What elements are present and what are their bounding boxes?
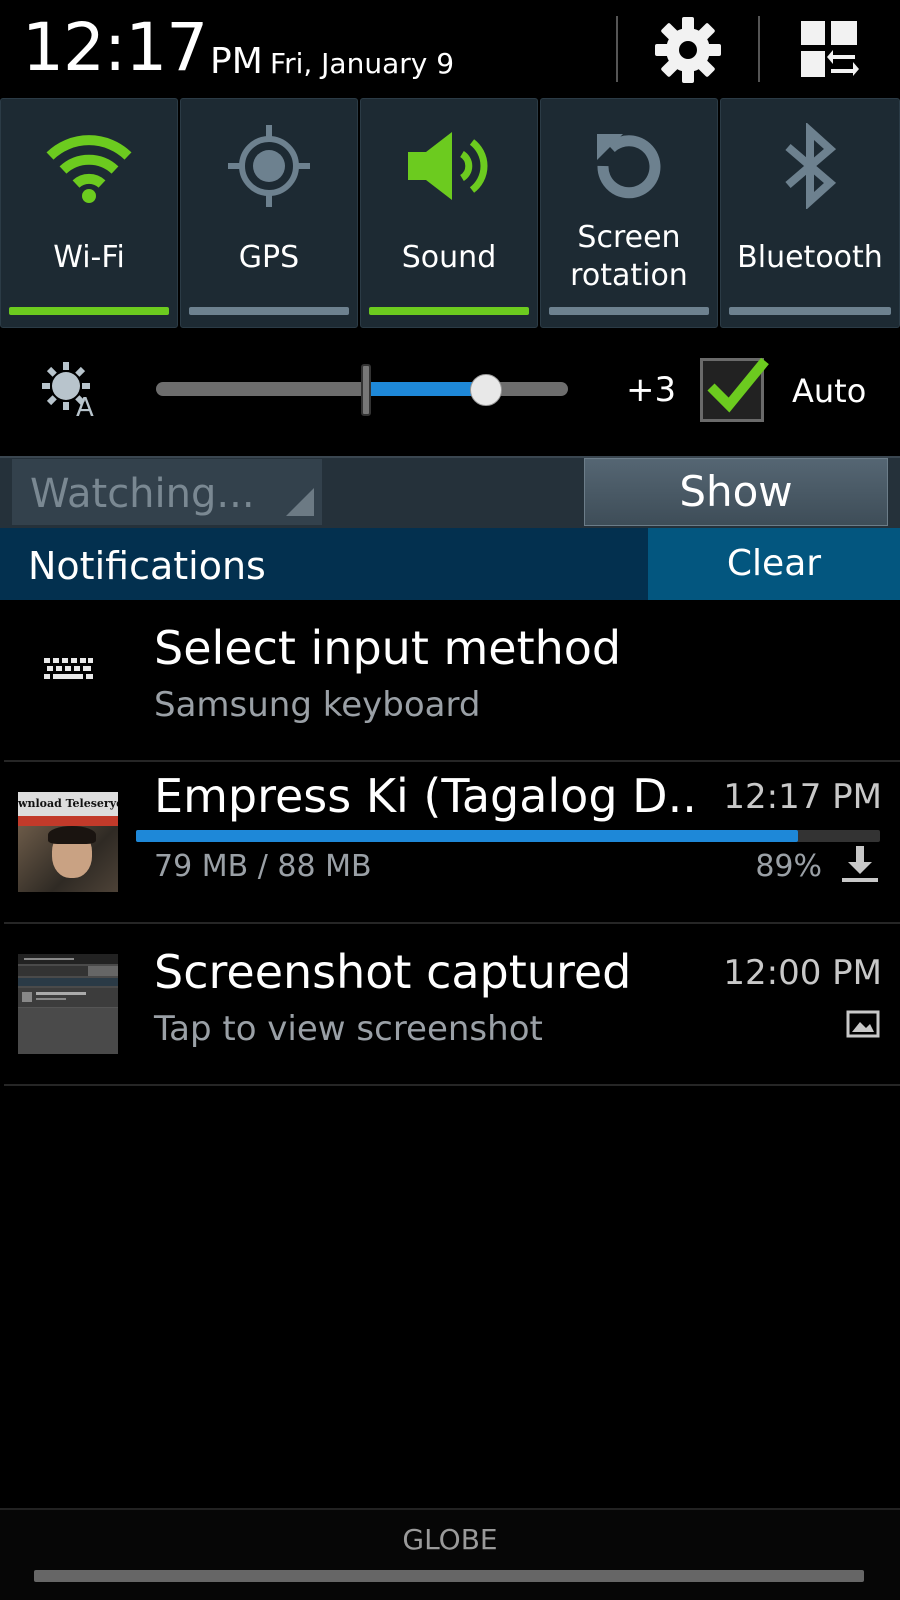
notifications-title: Notifications bbox=[28, 544, 266, 588]
watching-dropdown-value: Watching... bbox=[30, 471, 255, 517]
thumbnail-text: wnload Teleserye bbox=[18, 797, 118, 810]
toggle-label: GPS bbox=[238, 240, 300, 275]
grid-swap-icon bbox=[797, 17, 863, 87]
status-header: 12:17 PM Fri, January 9 bbox=[0, 0, 900, 96]
toggle-label: Sound bbox=[401, 240, 497, 275]
auto-brightness-icon: A bbox=[40, 360, 100, 423]
toggle-bluetooth[interactable]: Bluetooth bbox=[720, 98, 900, 328]
wifi-icon bbox=[1, 121, 177, 211]
clock-time: 12:17 bbox=[22, 9, 208, 86]
header-divider bbox=[616, 16, 618, 82]
sound-icon bbox=[361, 121, 537, 211]
clock-date: Fri, January 9 bbox=[270, 47, 455, 80]
toggle-indicator bbox=[549, 307, 709, 315]
rotation-icon bbox=[541, 121, 717, 211]
toggle-gps[interactable]: GPS bbox=[180, 98, 358, 328]
notification-time: 12:17 PM bbox=[723, 777, 882, 817]
quick-toggles: Wi-Fi GPS Sound Screen rotation Bluetoot… bbox=[0, 98, 900, 328]
toggle-screen-rotation[interactable]: Screen rotation bbox=[540, 98, 718, 328]
auto-brightness-label: Auto bbox=[792, 372, 867, 410]
notification-title: Empress Ki (Tagalog D.. bbox=[154, 769, 697, 823]
header-divider bbox=[758, 16, 760, 82]
notification-subtitle: 79 MB / 88 MB bbox=[154, 849, 372, 884]
toggle-label-line1: Screen bbox=[577, 220, 681, 255]
download-percent: 89% bbox=[755, 849, 822, 884]
toggle-label: Bluetooth bbox=[737, 240, 883, 275]
gps-icon bbox=[181, 121, 357, 211]
notification-time: 12:00 PM bbox=[723, 953, 882, 993]
gear-icon bbox=[653, 15, 723, 89]
notification-subtitle: Tap to view screenshot bbox=[154, 1009, 543, 1049]
brightness-slider-fill bbox=[366, 382, 486, 396]
brightness-slider-thumb[interactable] bbox=[469, 374, 502, 406]
notification-title: Screenshot captured bbox=[154, 945, 632, 999]
toggle-wifi[interactable]: Wi-Fi bbox=[0, 98, 178, 328]
show-button[interactable]: Show bbox=[584, 458, 888, 526]
video-thumbnail: wnload Teleserye bbox=[18, 792, 118, 892]
notification-title: Select input method bbox=[154, 621, 622, 675]
svg-text:A: A bbox=[76, 393, 94, 420]
toggle-label-line2: rotation bbox=[570, 258, 688, 293]
quick-settings-edit-button[interactable] bbox=[792, 14, 868, 90]
toggle-indicator bbox=[369, 307, 529, 315]
download-progress-bar bbox=[136, 830, 799, 842]
brightness-center-mark bbox=[361, 364, 371, 416]
toggle-indicator bbox=[9, 307, 169, 315]
image-icon bbox=[846, 1008, 880, 1044]
toggle-indicator bbox=[729, 307, 891, 315]
notification-subtitle: Samsung keyboard bbox=[154, 685, 481, 725]
download-icon bbox=[840, 844, 880, 888]
toggle-label: Wi-Fi bbox=[53, 240, 125, 275]
brightness-value: +3 bbox=[626, 370, 677, 410]
carrier-label: GLOBE bbox=[402, 1523, 498, 1556]
keyboard-icon bbox=[42, 656, 94, 690]
toggle-indicator bbox=[189, 307, 349, 315]
auto-brightness-checkbox[interactable] bbox=[700, 357, 769, 422]
settings-button[interactable] bbox=[650, 14, 726, 90]
clear-button[interactable]: Clear bbox=[648, 528, 900, 600]
clock-ampm: PM bbox=[210, 41, 263, 82]
notification-screenshot[interactable]: Screenshot captured 12:00 PM Tap to view… bbox=[4, 924, 900, 1086]
toggle-sound[interactable]: Sound bbox=[360, 98, 538, 328]
notification-download[interactable]: wnload Teleserye Empress Ki (Tagalog D..… bbox=[4, 762, 900, 924]
screenshot-thumbnail bbox=[18, 954, 118, 1054]
notification-input-method[interactable]: Select input method Samsung keyboard bbox=[4, 600, 900, 762]
panel-drag-handle[interactable] bbox=[34, 1570, 864, 1582]
dropdown-caret-icon bbox=[286, 488, 314, 516]
bluetooth-icon bbox=[721, 121, 899, 211]
